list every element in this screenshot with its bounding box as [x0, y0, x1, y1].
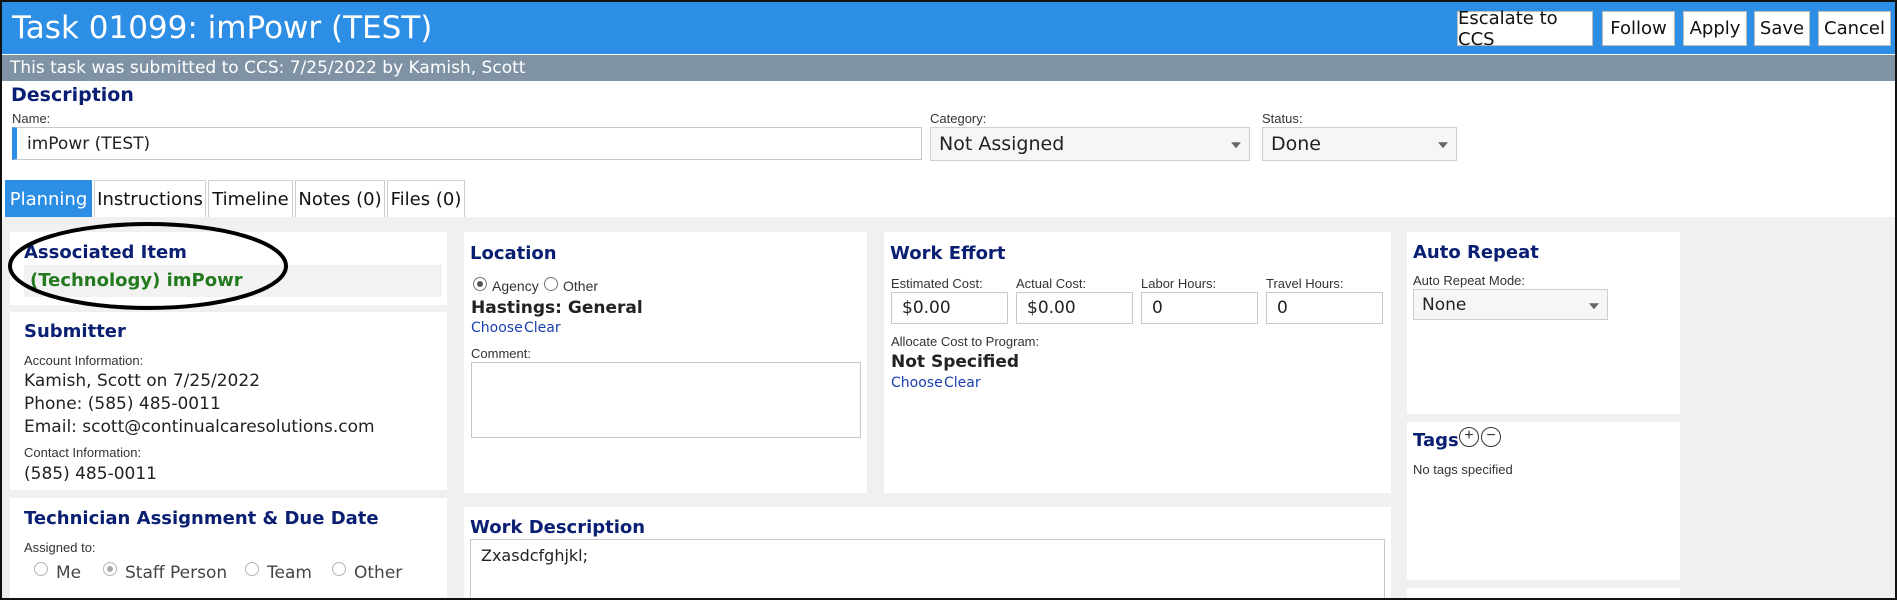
save-button[interactable]: Save [1754, 11, 1810, 46]
location-other-radio[interactable] [544, 277, 558, 291]
contact-info-label: Contact Information: [24, 445, 142, 460]
chevron-down-icon [1589, 302, 1599, 309]
name-input-value: imPowr (TEST) [27, 133, 151, 154]
estimated-cost-label: Estimated Cost: [891, 276, 983, 291]
allocate-choose-link[interactable]: Choose [891, 375, 943, 391]
add-tag-icon[interactable]: + [1459, 427, 1479, 447]
travel-hours-value: 0 [1277, 298, 1288, 318]
tab-instructions[interactable]: Instructions [94, 180, 206, 217]
assign-staff-radio[interactable] [103, 562, 117, 576]
assign-staff-label: Staff Person [125, 563, 228, 583]
description-heading: Description [11, 84, 134, 106]
labor-hours-value: 0 [1152, 298, 1163, 318]
auto-repeat-mode-value: None [1422, 294, 1467, 315]
location-heading: Location [470, 243, 557, 264]
tags-empty-text: No tags specified [1413, 462, 1513, 477]
location-comment-label: Comment: [471, 346, 531, 361]
labor-hours-input[interactable]: 0 [1141, 292, 1258, 324]
category-select[interactable]: Not Assigned [930, 127, 1250, 161]
submission-notice: This task was submitted to CCS: 7/25/202… [2, 55, 1895, 81]
assign-other-label: Other [354, 563, 403, 583]
escalate-button[interactable]: Escalate to CCS [1457, 8, 1593, 50]
page-title: Task 01099: imPowr (TEST) [12, 10, 433, 46]
location-clear-link[interactable]: Clear [524, 320, 561, 336]
title-bar: Task 01099: imPowr (TEST) Escalate to CC… [2, 2, 1895, 54]
assign-me-radio[interactable] [34, 562, 48, 576]
work-description-value: Zxasdcfghjkl; [481, 546, 588, 565]
account-info-value: Kamish, Scott on 7/25/2022 [24, 371, 261, 391]
status-value: Done [1271, 133, 1321, 155]
location-agency-radio[interactable] [473, 277, 487, 291]
follow-button[interactable]: Follow [1602, 11, 1675, 46]
highlight-ellipse [8, 222, 288, 310]
tab-notes[interactable]: Notes (0) [295, 180, 385, 217]
category-value: Not Assigned [939, 133, 1065, 155]
location-agency-label: Agency [492, 278, 539, 294]
assign-me-label: Me [56, 563, 82, 583]
name-label: Name: [12, 111, 51, 126]
work-effort-heading: Work Effort [890, 243, 1006, 264]
location-value: Hastings: General [471, 298, 643, 318]
cancel-button[interactable]: Cancel [1818, 11, 1891, 46]
category-label: Category: [930, 111, 987, 126]
apply-button[interactable]: Apply [1683, 11, 1747, 46]
location-choose-link[interactable]: Choose [471, 320, 523, 336]
task-window: Task 01099: imPowr (TEST) Escalate to CC… [0, 0, 1897, 600]
allocate-label: Allocate Cost to Program: [891, 334, 1040, 349]
work-description-input[interactable]: Zxasdcfghjkl; [470, 539, 1385, 598]
auto-repeat-mode-select[interactable]: None [1413, 289, 1608, 320]
next-panel [1407, 588, 1680, 598]
submitter-phone: Phone: (585) 485-0011 [24, 394, 221, 414]
technician-heading: Technician Assignment & Due Date [24, 508, 379, 529]
work-description-heading: Work Description [470, 517, 646, 538]
submitter-email: Email: scott@continualcaresolutions.com [24, 417, 375, 437]
name-input[interactable]: imPowr (TEST) [12, 127, 922, 160]
estimated-cost-input[interactable]: $0.00 [891, 292, 1008, 324]
tab-planning[interactable]: Planning [5, 180, 92, 217]
status-label: Status: [1262, 111, 1303, 126]
submitter-heading: Submitter [24, 321, 126, 342]
tags-heading: Tags [1413, 430, 1459, 451]
tab-timeline[interactable]: Timeline [208, 180, 293, 217]
tab-files[interactable]: Files (0) [387, 180, 465, 217]
remove-tag-icon[interactable]: − [1481, 427, 1501, 447]
estimated-cost-value: $0.00 [902, 298, 951, 318]
allocate-clear-link[interactable]: Clear [944, 375, 981, 391]
contact-phone: (585) 485-0011 [24, 464, 157, 484]
travel-hours-label: Travel Hours: [1266, 276, 1344, 291]
location-comment-input[interactable] [471, 362, 861, 438]
auto-repeat-heading: Auto Repeat [1413, 242, 1539, 263]
actual-cost-value: $0.00 [1027, 298, 1076, 318]
account-info-label: Account Information: [24, 353, 144, 368]
assign-team-label: Team [267, 563, 312, 583]
chevron-down-icon [1438, 142, 1448, 149]
chevron-down-icon [1231, 142, 1241, 149]
status-select[interactable]: Done [1262, 127, 1457, 161]
labor-hours-label: Labor Hours: [1141, 276, 1217, 291]
assign-team-radio[interactable] [245, 562, 259, 576]
actual-cost-label: Actual Cost: [1016, 276, 1087, 291]
assigned-to-label: Assigned to: [24, 540, 96, 555]
auto-repeat-mode-label: Auto Repeat Mode: [1413, 273, 1526, 288]
actual-cost-input[interactable]: $0.00 [1016, 292, 1133, 324]
assign-other-radio[interactable] [332, 562, 346, 576]
travel-hours-input[interactable]: 0 [1266, 292, 1383, 324]
location-other-label: Other [563, 278, 599, 294]
allocate-value: Not Specified [891, 352, 1020, 372]
